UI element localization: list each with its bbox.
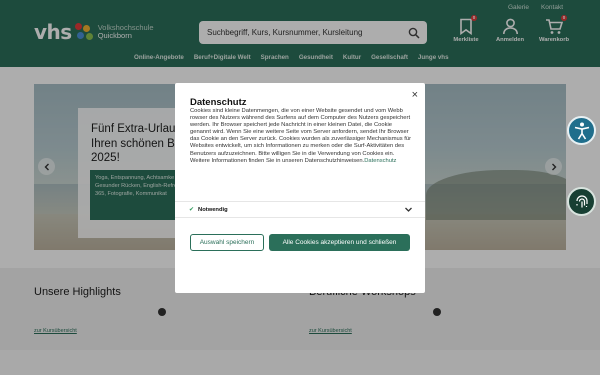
- cookie-info-text: Cookies sind kleine Datenmengen, die von…: [190, 108, 412, 164]
- check-icon: ✔: [189, 207, 195, 213]
- save-selection-button[interactable]: Auswahl speichern: [190, 234, 264, 251]
- modal-title: Datenschutz: [190, 97, 247, 108]
- close-icon[interactable]: ×: [412, 89, 418, 101]
- accessibility-icon: [574, 122, 589, 139]
- accept-all-button[interactable]: Alle Cookies akzeptieren und schließen: [269, 234, 410, 251]
- datenschutz-link[interactable]: Datenschutz: [364, 158, 396, 164]
- accessibility-button[interactable]: [567, 116, 596, 145]
- modal-body-text: Cookies sind kleine Datenmengen, die von…: [190, 108, 414, 165]
- accordion-notwendig[interactable]: ✔ Notwendig: [175, 201, 425, 218]
- chevron-down-icon[interactable]: [404, 205, 413, 216]
- fingerprint-icon: [575, 194, 588, 207]
- cookie-consent-dialog: Datenschutz × Cookies sind kleine Datenm…: [175, 83, 425, 293]
- accordion-label: Notwendig: [198, 206, 228, 213]
- fingerprint-button[interactable]: [567, 187, 596, 216]
